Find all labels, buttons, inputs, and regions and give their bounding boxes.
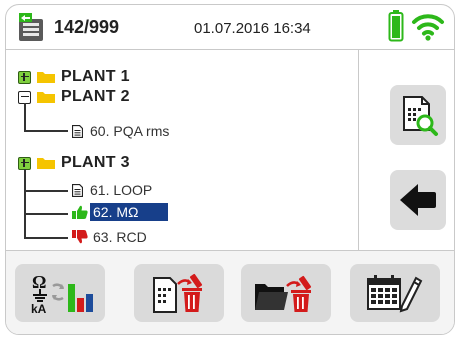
view-measurement-button[interactable] [390, 85, 446, 145]
thumbs-down-icon [72, 230, 88, 244]
tree-connector [24, 130, 68, 132]
tree-connector [24, 169, 26, 238]
tree-node-plant-1[interactable]: PLANT 1 [18, 68, 130, 86]
expand-icon[interactable] [18, 156, 31, 170]
status-bar: 142/999 01.07.2016 16:34 [6, 5, 454, 50]
back-button[interactable] [390, 170, 446, 230]
expand-icon[interactable] [18, 70, 31, 84]
toolbar: Ω kA [6, 250, 454, 334]
item-label-selected: 62. MΩ [90, 203, 168, 221]
measurement-type-icon: Ω [32, 272, 93, 312]
delete-folder-icon [255, 275, 312, 312]
tree-node-plant-3[interactable]: PLANT 3 [18, 154, 130, 172]
memory-counter: 142/999 [54, 17, 120, 37]
tree-connector [24, 190, 68, 192]
item-label: 63. RCD [93, 229, 147, 245]
plant-label: PLANT 1 [61, 68, 130, 85]
ka-label: kA [31, 302, 47, 316]
calendar-edit-button[interactable] [350, 264, 440, 322]
folder-icon [37, 158, 55, 169]
calendar-edit-icon [367, 275, 423, 313]
delete-measurement-button[interactable] [134, 264, 224, 322]
plant-label: PLANT 2 [61, 88, 130, 105]
collapse-icon[interactable] [18, 90, 31, 104]
item-label: 60. PQA rms [90, 123, 170, 139]
folder-icon [37, 72, 55, 83]
tree-connector [24, 237, 68, 239]
thumbs-up-icon [72, 205, 88, 219]
measurement-tree: PLANT 1 PLANT 2 60. PQA rms PLANT 3 61. … [6, 50, 359, 250]
measurement-type-button[interactable]: Ω kA [15, 264, 105, 322]
tree-connector [24, 213, 68, 215]
wifi-icon [412, 14, 444, 41]
folder-icon [37, 92, 55, 103]
tree-node-plant-2[interactable]: PLANT 2 [18, 88, 130, 106]
delete-measurement-icon [153, 273, 203, 313]
battery-full-icon [388, 10, 404, 42]
tree-item-60[interactable]: 60. PQA rms [72, 122, 172, 140]
memory-card-icon [19, 13, 43, 41]
document-search-icon [403, 96, 438, 136]
tree-item-61[interactable]: 61. LOOP [72, 181, 155, 199]
plant-label: PLANT 3 [61, 154, 130, 171]
datetime: 01.07.2016 16:34 [194, 20, 311, 37]
document-icon [72, 124, 83, 138]
tree-connector [24, 103, 26, 131]
tree-item-63[interactable]: 63. RCD [72, 228, 150, 246]
delete-folder-button[interactable] [241, 264, 331, 322]
tree-item-62[interactable]: 62. MΩ [72, 203, 168, 221]
document-icon [72, 183, 83, 197]
item-label: 61. LOOP [90, 182, 153, 198]
arrow-left-icon [400, 184, 436, 216]
app-frame: 142/999 01.07.2016 16:34 PLANT 1 PLANT 2 [5, 4, 455, 335]
